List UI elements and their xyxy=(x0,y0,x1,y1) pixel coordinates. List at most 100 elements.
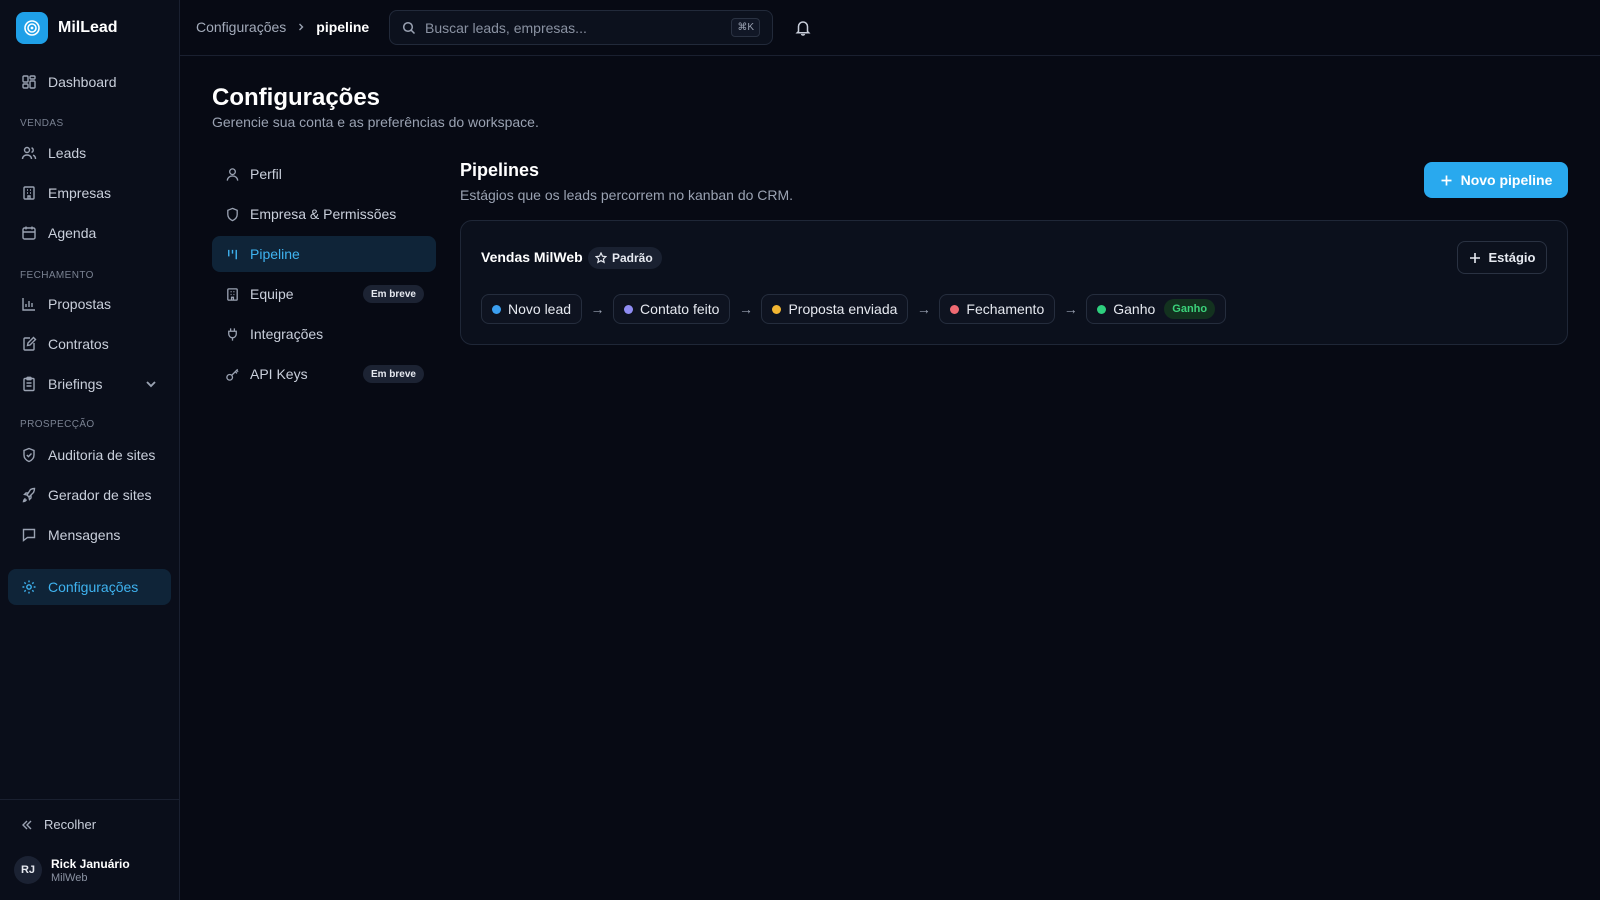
settings-nav-empresa[interactable]: Empresa & Permissões xyxy=(212,196,436,232)
sidebar-item-propostas[interactable]: Propostas xyxy=(8,286,171,322)
sidebar-item-label: Propostas xyxy=(48,296,112,312)
section-subtitle: Estágios que os leads percorrem no kanba… xyxy=(460,187,794,203)
avatar: RJ xyxy=(14,856,42,884)
sidebar-item-label: Auditoria de sites xyxy=(48,447,156,463)
users-icon xyxy=(21,146,37,160)
message-icon xyxy=(22,528,36,542)
sidebar-item-empresas[interactable]: Empresas xyxy=(8,175,171,211)
dashboard-icon xyxy=(22,75,36,89)
sidebar-item-label: Gerador de sites xyxy=(48,487,152,503)
page-title: Configurações xyxy=(212,84,381,111)
sidebar-item-configuracoes[interactable]: Configurações xyxy=(8,569,171,605)
settings-nav-perfil[interactable]: Perfil xyxy=(212,156,436,192)
add-stage-button[interactable]: Estágio xyxy=(1457,241,1547,274)
default-badge-label: Padrão xyxy=(612,251,653,265)
soon-badge: Em breve xyxy=(362,365,424,383)
collapse-button[interactable]: Recolher xyxy=(20,817,96,832)
search-box[interactable]: ⌘K xyxy=(389,10,773,45)
sidebar-item-label: Dashboard xyxy=(48,74,117,90)
user-org: MilWeb xyxy=(51,871,88,884)
user-name: Rick Januário xyxy=(51,856,130,871)
settings-nav-label: Pipeline xyxy=(250,246,300,262)
stage-color-dot xyxy=(950,304,960,314)
calendar-icon xyxy=(22,226,36,240)
stage-label: Contato feito xyxy=(640,301,720,317)
kanban-icon xyxy=(228,249,237,259)
stage-chip[interactable]: Fechamento xyxy=(939,294,1056,324)
stage-color-dot xyxy=(772,304,782,314)
sidebar: MilLead Dashboard VENDAS Leads Empresas … xyxy=(0,0,180,900)
sidebar-item-auditoria[interactable]: Auditoria de sites xyxy=(8,437,171,473)
sidebar-item-agenda[interactable]: Agenda xyxy=(8,215,171,251)
stage-label: Ganho xyxy=(1113,301,1156,317)
bell-icon xyxy=(795,21,811,36)
settings-nav-label: Equipe xyxy=(250,286,294,302)
user-icon xyxy=(226,167,239,181)
notifications-button[interactable] xyxy=(795,19,811,36)
new-pipeline-button[interactable]: Novo pipeline xyxy=(1424,162,1568,198)
add-stage-label: Estágio xyxy=(1488,250,1536,265)
stage-chip[interactable]: Proposta enviada xyxy=(761,294,909,324)
section-title: Pipelines xyxy=(460,160,540,180)
settings-nav-label: Empresa & Permissões xyxy=(250,206,397,222)
section-label-prospeccao: PROSPECÇÃO xyxy=(20,419,95,430)
shield-icon xyxy=(227,207,238,221)
bar-chart-icon xyxy=(22,298,35,311)
sidebar-item-label: Mensagens xyxy=(48,527,121,543)
arrow-right-icon: → xyxy=(590,301,605,317)
soon-badge: Em breve xyxy=(362,285,424,303)
key-icon xyxy=(226,368,239,381)
chevrons-left-icon xyxy=(22,820,32,829)
brand-name: MilLead xyxy=(58,19,118,36)
settings-nav-label: API Keys xyxy=(250,366,308,382)
chevron-down-icon xyxy=(146,381,156,388)
search-input[interactable] xyxy=(425,19,715,36)
stage-label: Novo lead xyxy=(508,301,572,317)
sidebar-item-label: Agenda xyxy=(48,225,97,241)
settings-nav-label: Integrações xyxy=(250,326,324,342)
stage-label: Proposta enviada xyxy=(788,301,898,317)
search-icon xyxy=(402,21,416,34)
sidebar-item-label: Leads xyxy=(48,145,87,161)
sidebar-item-leads[interactable]: Leads xyxy=(8,135,171,171)
stage-chip[interactable]: Novo lead xyxy=(481,294,583,324)
user-profile[interactable]: RJ Rick Januário MilWeb xyxy=(14,856,130,884)
sidebar-item-dashboard[interactable]: Dashboard xyxy=(8,64,171,100)
sidebar-item-gerador[interactable]: Gerador de sites xyxy=(8,477,171,513)
building-icon xyxy=(23,186,35,200)
arrow-right-icon: → xyxy=(916,301,931,317)
collapse-label: Recolher xyxy=(44,817,97,832)
breadcrumb-configuracoes[interactable]: Configurações xyxy=(196,19,286,35)
stage-chip[interactable]: Ganho Ganho xyxy=(1086,294,1227,324)
sidebar-item-mensagens[interactable]: Mensagens xyxy=(8,517,171,553)
plus-icon xyxy=(1441,175,1452,185)
stage-chip[interactable]: Contato feito xyxy=(613,294,731,324)
sidebar-item-label: Configurações xyxy=(48,579,139,595)
won-badge: Ganho xyxy=(1164,299,1216,319)
millead-logo-icon xyxy=(16,12,48,44)
settings-nav-api-keys[interactable]: API Keys Em breve xyxy=(212,356,436,392)
arrow-right-icon: → xyxy=(738,301,753,317)
building-icon xyxy=(227,287,238,301)
settings-nav-integracoes[interactable]: Integrações xyxy=(212,316,436,352)
star-icon xyxy=(595,252,607,264)
plus-icon xyxy=(1469,252,1480,263)
stage-color-dot xyxy=(492,304,501,314)
new-pipeline-label: Novo pipeline xyxy=(1460,172,1553,188)
breadcrumb: Configurações pipeline xyxy=(196,19,369,35)
shield-check-icon xyxy=(23,447,35,463)
breadcrumb-current: pipeline xyxy=(316,19,370,35)
sidebar-item-label: Contratos xyxy=(48,336,109,352)
brand[interactable]: MilLead xyxy=(16,12,118,44)
pipeline-card: Vendas MilWeb Padrão Estágio Novo lead →… xyxy=(460,220,1568,345)
settings-nav-label: Perfil xyxy=(250,166,282,182)
search-shortcut: ⌘K xyxy=(731,18,760,37)
plug-icon xyxy=(228,327,237,341)
sidebar-item-contratos[interactable]: Contratos xyxy=(8,326,171,362)
settings-nav-pipeline[interactable]: Pipeline xyxy=(212,236,436,272)
stage-color-dot xyxy=(1097,304,1107,314)
stage-list: Novo lead → Contato feito → Proposta env… xyxy=(481,294,1227,324)
stage-color-dot xyxy=(624,304,634,314)
sidebar-item-briefings[interactable]: Briefings xyxy=(8,366,171,402)
settings-nav-equipe[interactable]: Equipe Em breve xyxy=(212,276,436,312)
